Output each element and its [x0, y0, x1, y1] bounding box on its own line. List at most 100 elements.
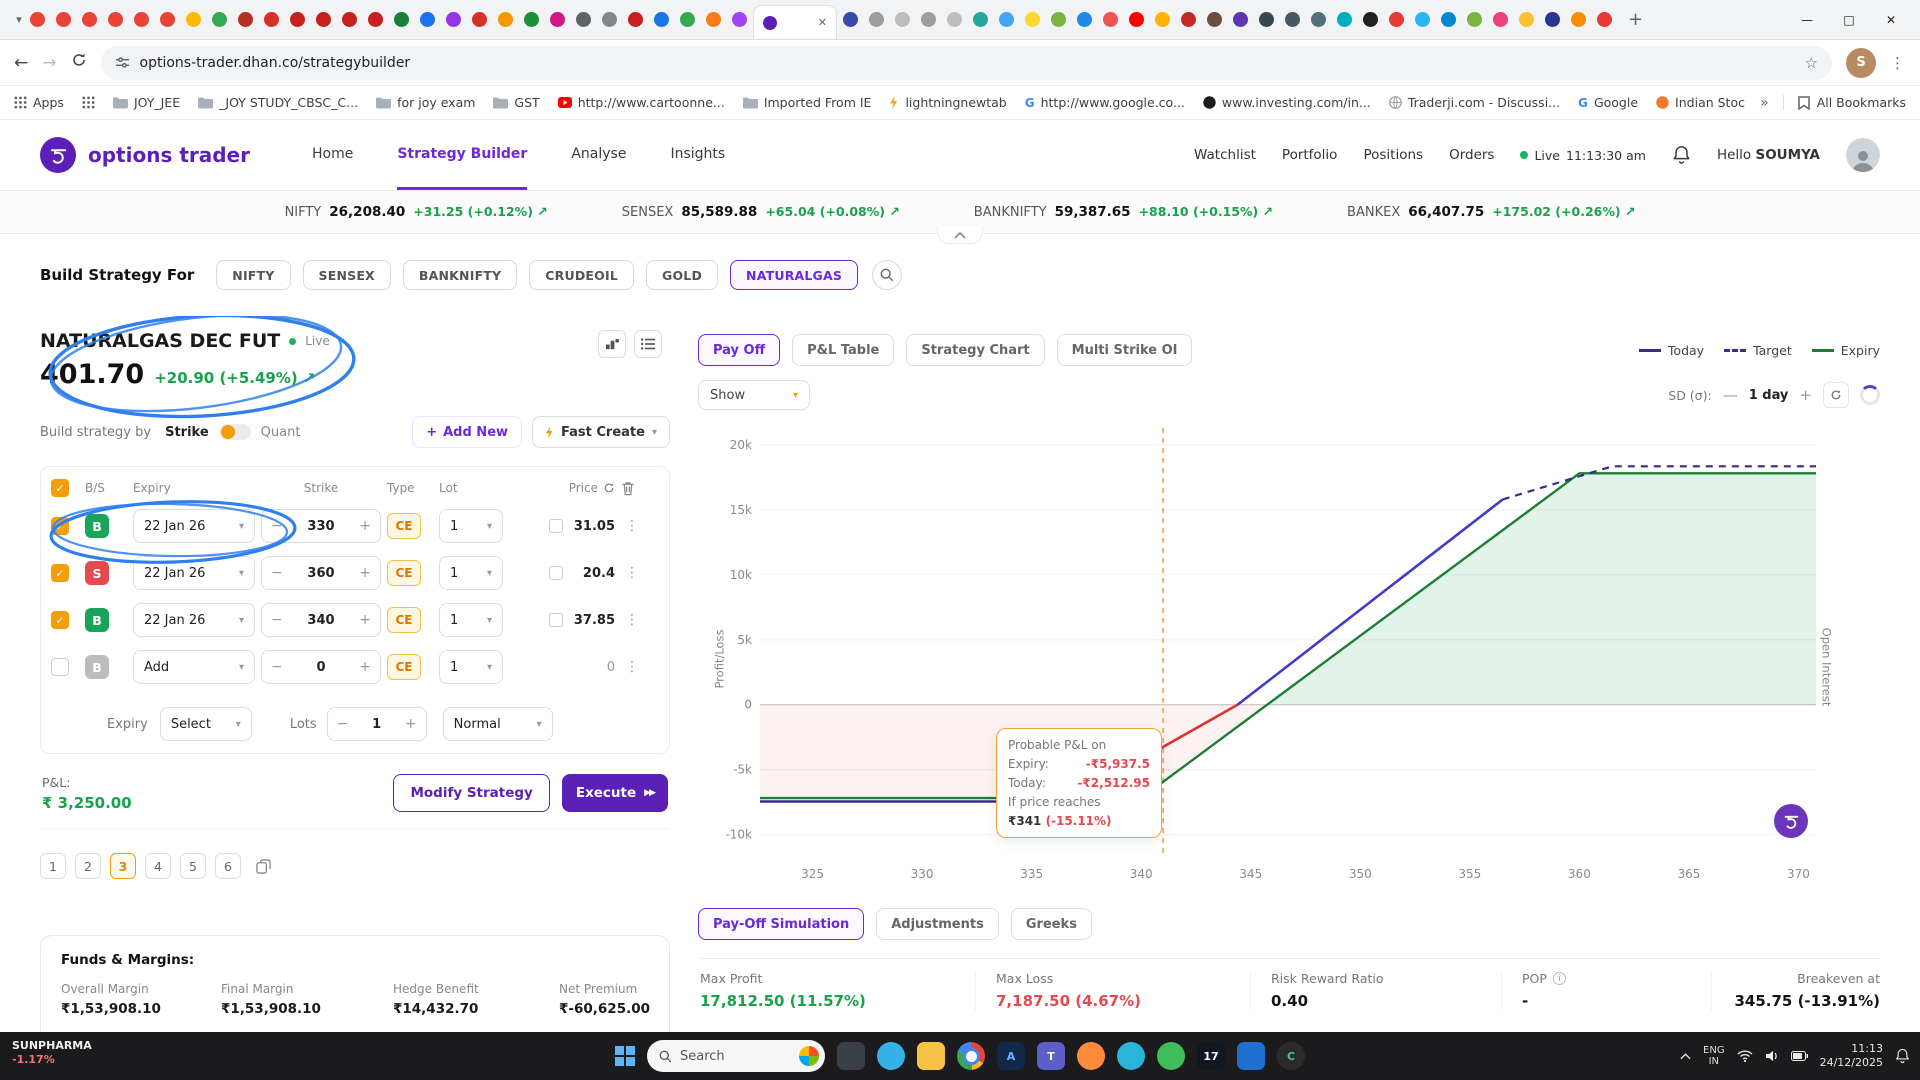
bookmark-item[interactable]: Indian Stock/Share M...	[1656, 95, 1746, 110]
buy-sell-toggle[interactable]: S	[85, 561, 109, 585]
fast-create-button[interactable]: Fast Create ▾	[532, 416, 670, 448]
browser-tab-favicon[interactable]	[1155, 12, 1170, 27]
browser-tab-favicon[interactable]	[869, 12, 884, 27]
taskbar-app-task-view[interactable]	[837, 1042, 865, 1070]
browser-tab-favicon[interactable]	[1207, 12, 1222, 27]
browser-tab-favicon[interactable]	[973, 12, 988, 27]
taskbar-app-whatsapp[interactable]	[1157, 1042, 1185, 1070]
nav-strategy-builder[interactable]: Strategy Builder	[397, 120, 527, 190]
expiry-select[interactable]: 22 Jan 26▾	[133, 509, 255, 543]
taskbar-app-photoshop[interactable]: A	[997, 1042, 1025, 1070]
bookmark-item[interactable]	[82, 96, 95, 109]
all-bookmarks-button[interactable]: All Bookmarks	[1783, 95, 1906, 110]
language-indicator[interactable]: ENGIN	[1703, 1045, 1725, 1068]
browser-tab-favicon[interactable]	[1259, 12, 1274, 27]
nav-watchlist[interactable]: Watchlist	[1194, 147, 1256, 163]
price-checkbox[interactable]	[549, 519, 563, 533]
browser-tab-favicon[interactable]	[30, 12, 45, 27]
instrument-search-button[interactable]	[872, 260, 902, 290]
reset-chart-button[interactable]	[1823, 382, 1849, 408]
browser-tab-favicon[interactable]	[947, 12, 962, 27]
page-button-5[interactable]: 5	[180, 853, 206, 879]
bookmark-item[interactable]: _JOY STUDY_CBSC_C...	[198, 95, 358, 110]
page-button-3[interactable]: 3	[110, 853, 136, 879]
wifi-icon[interactable]	[1737, 1050, 1753, 1062]
browser-tab-favicon[interactable]	[628, 12, 643, 27]
refresh-prices-icon[interactable]	[603, 482, 615, 494]
strike-stepper[interactable]: −340+	[261, 603, 381, 637]
taskbar-stock-widget[interactable]: SUNPHARMA -1.17%	[12, 1039, 92, 1067]
expiry-select[interactable]: Add▾	[133, 650, 255, 684]
row-menu-icon[interactable]: ⋮	[621, 518, 643, 534]
bookmark-item[interactable]: Traderji.com - Discussi...	[1389, 95, 1560, 110]
price-cell[interactable]: 37.85	[509, 613, 615, 628]
bookmark-item[interactable]: Imported From IE	[743, 95, 872, 110]
browser-tab-favicon[interactable]	[446, 12, 461, 27]
price-checkbox[interactable]	[549, 613, 563, 627]
browser-tab-favicon[interactable]	[1389, 12, 1404, 27]
browser-tab-favicon[interactable]	[1571, 12, 1586, 27]
instrument-chip-sensex[interactable]: SENSEX	[303, 260, 391, 290]
browser-tab-favicon[interactable]	[1467, 12, 1482, 27]
footer-expiry-select[interactable]: Select▾	[160, 707, 252, 741]
browser-tab-favicon[interactable]	[1129, 12, 1144, 27]
order-mode-select[interactable]: Normal▾	[443, 707, 553, 741]
browser-tab-favicon[interactable]	[1285, 12, 1300, 27]
browser-tab-favicon[interactable]	[1025, 12, 1040, 27]
option-type-badge[interactable]: CE	[387, 513, 421, 539]
browser-tab-favicon[interactable]	[895, 12, 910, 27]
nav-portfolio[interactable]: Portfolio	[1282, 147, 1338, 163]
instrument-chip-naturalgas[interactable]: NATURALGAS	[730, 260, 858, 290]
browser-tab-favicon[interactable]	[524, 12, 539, 27]
page-button-4[interactable]: 4	[145, 853, 171, 879]
taskbar-app-store[interactable]	[1237, 1042, 1265, 1070]
taskbar-app-edge[interactable]	[1117, 1042, 1145, 1070]
lot-select[interactable]: 1▾	[439, 509, 503, 543]
browser-tab-favicon[interactable]	[732, 12, 747, 27]
browser-tab-favicon[interactable]	[1519, 12, 1534, 27]
browser-tab-favicon[interactable]	[1363, 12, 1378, 27]
expiry-select[interactable]: 22 Jan 26▾	[133, 603, 255, 637]
site-info-icon[interactable]	[115, 55, 130, 70]
copy-share-icon[interactable]	[256, 859, 271, 874]
bookmark-item[interactable]: Apps	[14, 95, 64, 110]
tab-p-l-table[interactable]: P&L Table	[792, 334, 894, 366]
tray-chevron-icon[interactable]	[1680, 1053, 1691, 1060]
bookmark-item[interactable]: GST	[493, 95, 539, 110]
nav-orders[interactable]: Orders	[1449, 147, 1494, 163]
bookmark-item[interactable]: http://www.cartoonne...	[558, 95, 725, 110]
taskbar-app-firefox[interactable]	[1077, 1042, 1105, 1070]
browser-tab-favicon[interactable]	[56, 12, 71, 27]
leg-checkbox[interactable]	[51, 658, 69, 676]
sd-plus-button[interactable]: +	[1799, 386, 1812, 404]
lot-select[interactable]: 1▾	[439, 556, 503, 590]
browser-tab-favicon[interactable]	[1077, 12, 1092, 27]
instrument-chip-nifty[interactable]: NIFTY	[216, 260, 290, 290]
bookmark-item[interactable]: Ghttp://www.google.co...	[1025, 95, 1185, 110]
bookmark-item[interactable]: lightningnewtab	[889, 95, 1006, 110]
tab-close-icon[interactable]: ✕	[818, 16, 827, 29]
browser-tab-favicon[interactable]	[290, 12, 305, 27]
browser-tab-favicon[interactable]	[472, 12, 487, 27]
battery-icon[interactable]	[1791, 1051, 1808, 1061]
browser-tab-favicon[interactable]	[1233, 12, 1248, 27]
list-view-button[interactable]	[634, 330, 662, 358]
leg-checkbox[interactable]: ✓	[51, 611, 69, 629]
taskbar-app-copilot[interactable]	[877, 1042, 905, 1070]
nav-analyse[interactable]: Analyse	[571, 120, 626, 190]
tab-adjustments[interactable]: Adjustments	[876, 908, 999, 940]
browser-tab-favicon[interactable]	[1597, 12, 1612, 27]
browser-tab-favicon[interactable]	[264, 12, 279, 27]
option-type-badge[interactable]: CE	[387, 607, 421, 633]
browser-tab-favicon[interactable]	[1415, 12, 1430, 27]
tab-strategy-chart[interactable]: Strategy Chart	[906, 334, 1044, 366]
ticker-item[interactable]: BANKEX66,407.75+175.02 (+0.26%) ↗	[1347, 204, 1635, 220]
browser-tab-favicon[interactable]	[921, 12, 936, 27]
delete-legs-icon[interactable]	[621, 481, 635, 496]
bookmark-item[interactable]: GGoogle	[1578, 95, 1638, 110]
browser-tab-favicon[interactable]	[420, 12, 435, 27]
browser-tab-favicon[interactable]	[134, 12, 149, 27]
nav-home[interactable]: Home	[312, 120, 353, 190]
browser-tab-favicon[interactable]	[394, 12, 409, 27]
browser-tab-favicon[interactable]	[238, 12, 253, 27]
